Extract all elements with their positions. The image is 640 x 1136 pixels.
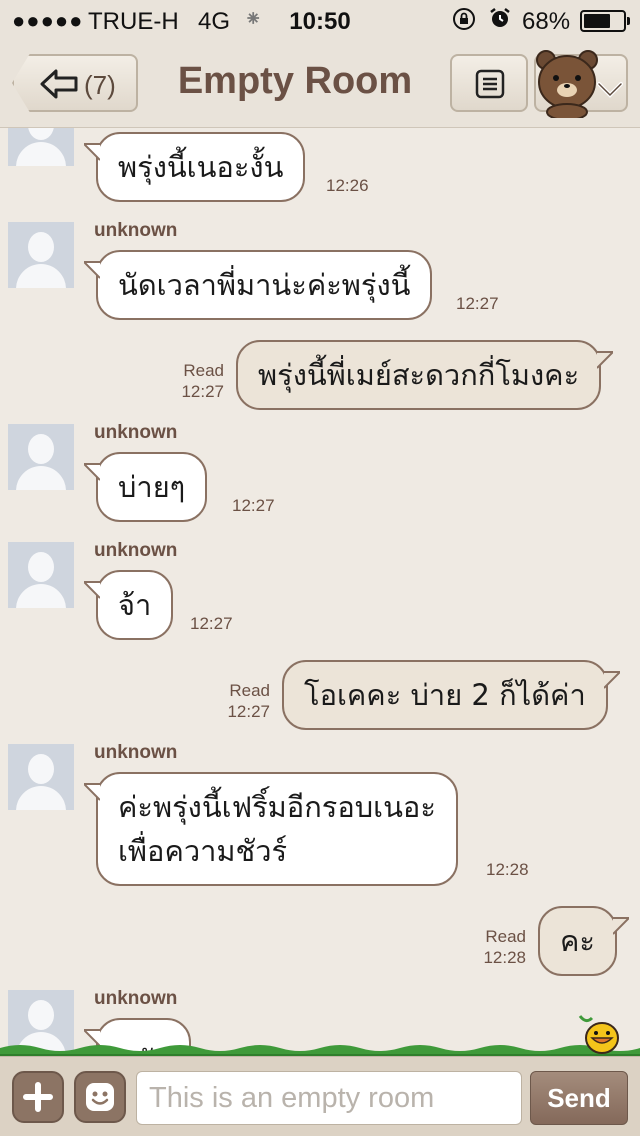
message-time: 12:27 bbox=[181, 382, 224, 401]
read-label: Read bbox=[183, 361, 224, 380]
attach-button[interactable] bbox=[12, 1071, 64, 1123]
read-receipt: Read 12:28 bbox=[462, 926, 526, 968]
read-receipt: Read 12:27 bbox=[160, 360, 224, 402]
sticker-button[interactable] bbox=[74, 1071, 126, 1123]
page-title: Empty Room bbox=[177, 60, 413, 102]
battery-icon bbox=[580, 10, 630, 32]
chat-menu-button[interactable] bbox=[450, 54, 528, 112]
profile-button[interactable] bbox=[534, 50, 628, 121]
chat-header: (7) Empty Room bbox=[0, 40, 640, 128]
message-text-line-2: เพื่อความชัวร์ bbox=[118, 834, 288, 868]
message-text: โอเคคะ บ่าย 2 ก็ได้ค่า bbox=[304, 678, 586, 712]
message-time: 12:27 bbox=[227, 702, 270, 721]
contact-avatar[interactable] bbox=[8, 424, 74, 490]
message-time: 12:28 bbox=[483, 948, 526, 967]
contact-avatar[interactable] bbox=[8, 222, 74, 288]
read-label: Read bbox=[229, 681, 270, 700]
sender-name: unknown bbox=[94, 988, 178, 1009]
read-label: Read bbox=[485, 927, 526, 946]
message-time: 12:26 bbox=[326, 176, 369, 195]
outgoing-message-bubble[interactable]: คะ bbox=[538, 906, 629, 976]
message-text: พรุ่งนี้พี่เมย์สะดวกกี่โมงคะ bbox=[258, 358, 580, 392]
message-text: คะ bbox=[560, 924, 595, 958]
incoming-message-bubble[interactable]: ค่ะพรุ่งนี้เฟริ์มอีกรอบเนอะ เพื่อความชัว… bbox=[84, 772, 458, 886]
battery-percent: 68% bbox=[522, 8, 571, 35]
brown-bear-icon bbox=[534, 46, 600, 122]
sender-name: unknown bbox=[94, 540, 178, 561]
incoming-message-bubble[interactable]: จ้า bbox=[84, 570, 174, 640]
message-input[interactable] bbox=[136, 1071, 522, 1125]
back-arrow-icon bbox=[40, 68, 80, 104]
message-time: 12:28 bbox=[486, 860, 529, 879]
back-button[interactable]: (7) bbox=[12, 54, 138, 112]
plus-icon bbox=[23, 1082, 53, 1112]
message-text: นัดเวลาพี่มาน่ะค่ะพรุ่งนี้ bbox=[118, 268, 411, 302]
contact-avatar[interactable] bbox=[8, 542, 74, 608]
message-text: พรุ่งนี้เนอะงั้น bbox=[118, 150, 284, 184]
incoming-message-bubble[interactable]: นัดเวลาพี่มาน่ะค่ะพรุ่งนี้ bbox=[84, 250, 433, 320]
unread-count: (7) bbox=[84, 70, 116, 100]
read-receipt: Read 12:27 bbox=[206, 680, 270, 722]
chevron-down-icon bbox=[596, 80, 624, 104]
send-button[interactable]: Send bbox=[530, 1071, 628, 1125]
message-text-line-1: ค่ะพรุ่งนี้เฟริ์มอีกรอบเนอะ bbox=[118, 790, 436, 824]
sender-name: unknown bbox=[94, 742, 178, 763]
sender-name: unknown bbox=[94, 422, 178, 443]
message-time: 12:27 bbox=[456, 294, 499, 313]
incoming-message-bubble[interactable]: บ่ายๆ bbox=[84, 452, 208, 522]
message-text: บ่ายๆ bbox=[118, 470, 186, 504]
status-bar: ●●●●● TRUE-H 4G ⁕ 10:50 68% bbox=[0, 0, 640, 40]
contact-avatar[interactable] bbox=[8, 744, 74, 810]
message-time: 12:27 bbox=[232, 496, 275, 515]
incoming-message-bubble[interactable]: พรุ่งนี้เนอะงั้น bbox=[84, 132, 306, 202]
message-list[interactable]: พรุ่งนี้เนอะงั้น 12:26 unknown นัดเวลาพี… bbox=[0, 128, 640, 1056]
list-icon bbox=[475, 69, 505, 103]
smiley-icon bbox=[86, 1083, 114, 1111]
outgoing-message-bubble[interactable]: พรุ่งนี้พี่เมย์สะดวกกี่โมงคะ bbox=[236, 340, 614, 410]
message-time: 12:27 bbox=[190, 614, 233, 633]
sender-name: unknown bbox=[94, 220, 178, 241]
message-text: จ้า bbox=[118, 588, 152, 622]
chick-sticker-icon bbox=[578, 1014, 626, 1058]
message-input-bar: Send bbox=[0, 1056, 640, 1136]
rotation-lock-icon bbox=[452, 7, 476, 37]
alarm-clock-icon bbox=[488, 6, 512, 36]
contact-avatar[interactable] bbox=[8, 128, 74, 166]
outgoing-message-bubble[interactable]: โอเคคะ บ่าย 2 ก็ได้ค่า bbox=[282, 660, 620, 730]
